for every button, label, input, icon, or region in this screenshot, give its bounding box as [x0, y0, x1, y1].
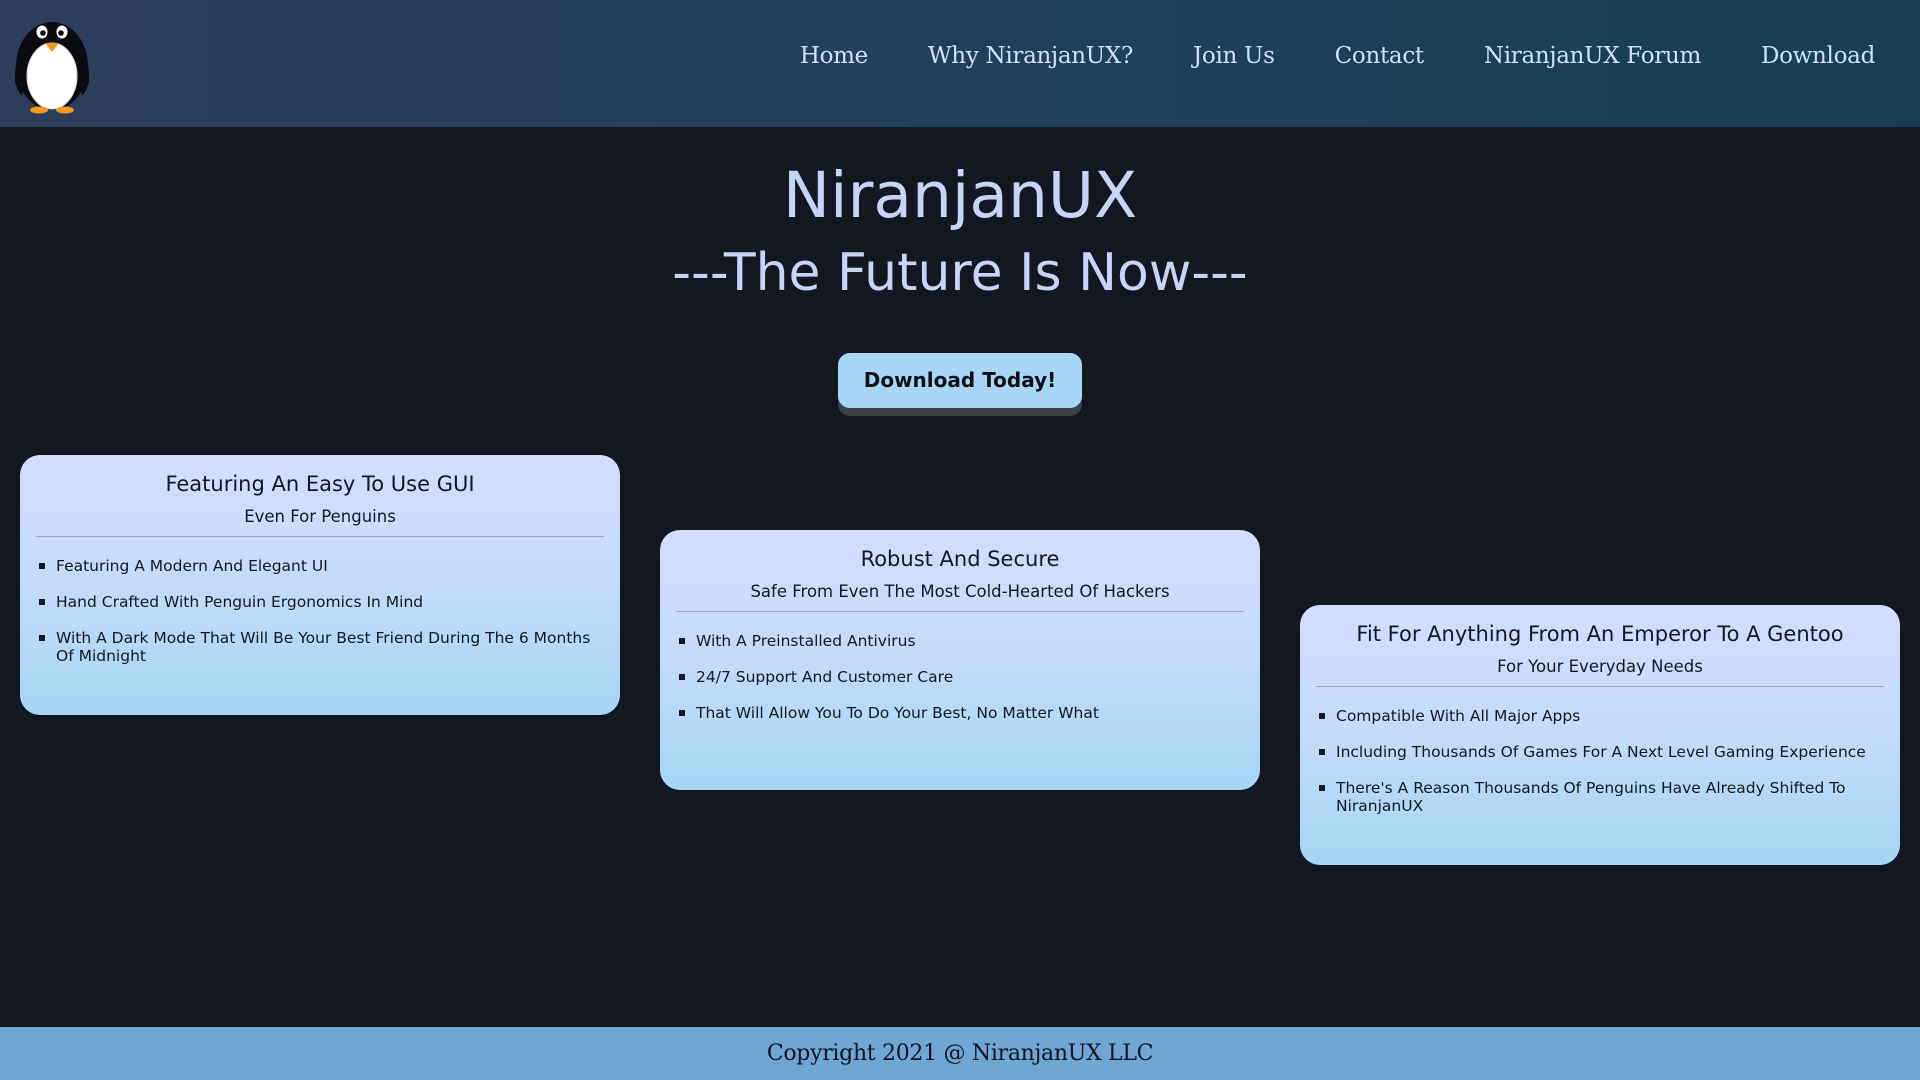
nav-link-contact[interactable]: Contact [1335, 43, 1425, 69]
nav-link-home[interactable]: Home [800, 43, 868, 69]
square-bullet-icon [39, 563, 45, 569]
hero-title: NiranjanUX [782, 159, 1138, 232]
square-bullet-icon [1319, 785, 1325, 791]
list-item-text: Compatible With All Major Apps [1336, 707, 1581, 725]
list-item: With A Dark Mode That Will Be Your Best … [38, 629, 604, 665]
square-bullet-icon [1319, 713, 1325, 719]
list-item: There's A Reason Thousands Of Penguins H… [1318, 779, 1884, 815]
feature-card-security: Robust And Secure Safe From Even The Mos… [660, 530, 1260, 790]
square-bullet-icon [39, 599, 45, 605]
nav-link-why-niranjanux[interactable]: Why NiranjanUX? [928, 43, 1133, 69]
list-item-text: Including Thousands Of Games For A Next … [1336, 743, 1866, 761]
list-item-text: There's A Reason Thousands Of Penguins H… [1336, 779, 1846, 815]
list-item: Compatible With All Major Apps [1318, 707, 1884, 725]
card-subtitle: For Your Everyday Needs [1497, 657, 1703, 676]
square-bullet-icon [39, 635, 45, 641]
card-title: Featuring An Easy To Use GUI [165, 472, 475, 496]
hero-tagline: ---The Future Is Now--- [672, 243, 1248, 303]
nav-links: Home Why NiranjanUX? Join Us Contact Nir… [740, 0, 1875, 112]
feature-card-gui: Featuring An Easy To Use GUI Even For Pe… [20, 455, 620, 715]
card-divider [1316, 686, 1884, 687]
nav-link-join-us[interactable]: Join Us [1193, 43, 1275, 69]
list-item-text: Featuring A Modern And Elegant UI [56, 557, 328, 575]
list-item: Hand Crafted With Penguin Ergonomics In … [38, 593, 604, 611]
square-bullet-icon [1319, 749, 1325, 755]
card-feature-list: Featuring A Modern And Elegant UI Hand C… [36, 557, 604, 665]
list-item: That Will Allow You To Do Your Best, No … [678, 704, 1244, 722]
list-item: With A Preinstalled Antivirus [678, 632, 1244, 650]
card-divider [676, 611, 1244, 612]
card-subtitle: Even For Penguins [244, 507, 396, 526]
card-feature-list: Compatible With All Major Apps Including… [1316, 707, 1884, 815]
penguin-logo-icon[interactable] [12, 10, 92, 114]
card-divider [36, 536, 604, 537]
download-today-button[interactable]: Download Today! [838, 353, 1082, 408]
list-item: Including Thousands Of Games For A Next … [1318, 743, 1884, 761]
list-item: 24/7 Support And Customer Care [678, 668, 1244, 686]
nav-link-forum[interactable]: NiranjanUX Forum [1484, 43, 1701, 69]
nav-link-download[interactable]: Download [1761, 43, 1875, 69]
top-navbar: Home Why NiranjanUX? Join Us Contact Nir… [0, 0, 1920, 127]
list-item-text: With A Preinstalled Antivirus [696, 632, 916, 650]
square-bullet-icon [679, 638, 685, 644]
card-subtitle: Safe From Even The Most Cold-Hearted Of … [750, 582, 1170, 601]
list-item-text: With A Dark Mode That Will Be Your Best … [56, 629, 591, 665]
list-item: Featuring A Modern And Elegant UI [38, 557, 604, 575]
feature-card-compatibility: Fit For Anything From An Emperor To A Ge… [1300, 605, 1900, 865]
list-item-text: That Will Allow You To Do Your Best, No … [696, 704, 1099, 722]
card-title: Robust And Secure [860, 547, 1060, 571]
footer: Copyright 2021 @ NiranjanUX LLC [0, 1027, 1920, 1080]
square-bullet-icon [679, 674, 685, 680]
copyright-text: Copyright 2021 @ NiranjanUX LLC [766, 1041, 1154, 1066]
card-feature-list: With A Preinstalled Antivirus 24/7 Suppo… [676, 632, 1244, 722]
square-bullet-icon [679, 710, 685, 716]
list-item-text: Hand Crafted With Penguin Ergonomics In … [56, 593, 424, 611]
list-item-text: 24/7 Support And Customer Care [696, 668, 954, 686]
card-title: Fit For Anything From An Emperor To A Ge… [1356, 622, 1844, 646]
